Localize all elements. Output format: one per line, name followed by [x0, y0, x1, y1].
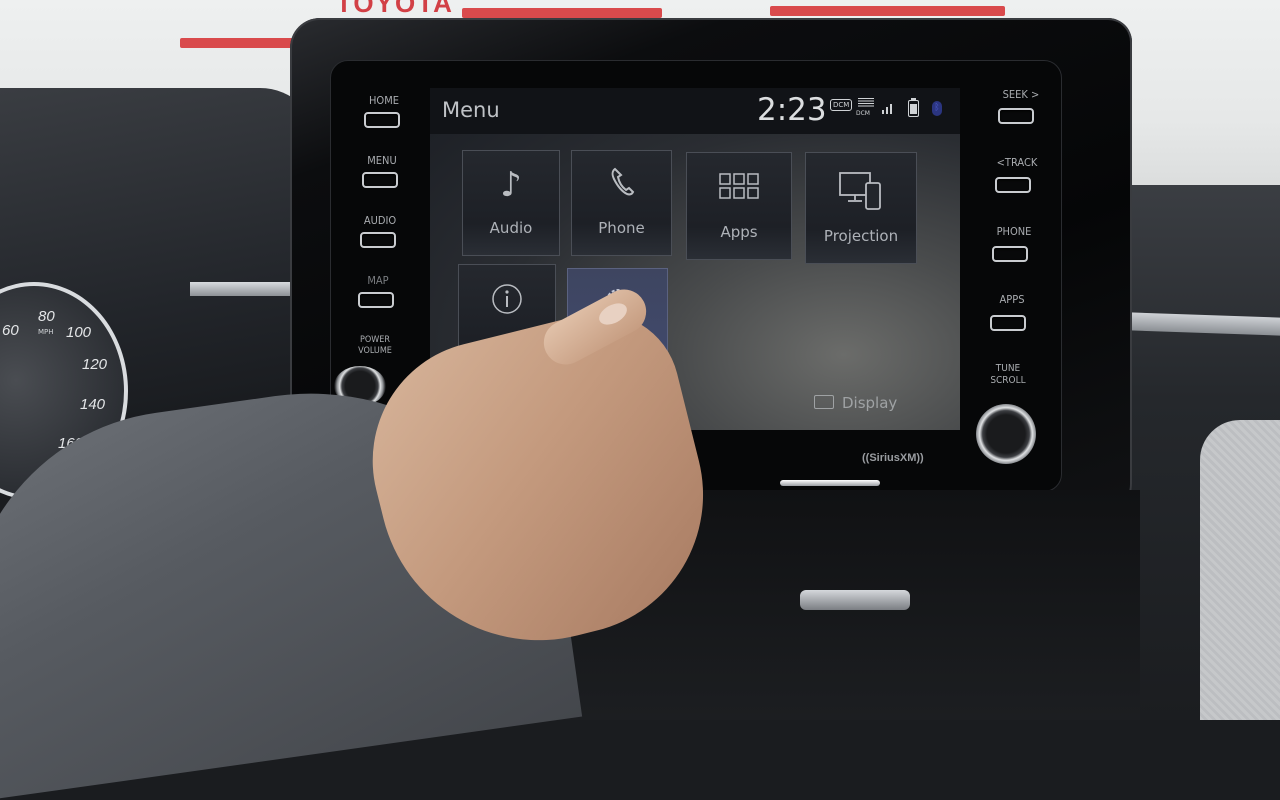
vent-handle	[800, 590, 910, 610]
speedometer-unit: MPH	[38, 328, 54, 336]
phone-handset-icon	[609, 167, 635, 201]
tune-scroll-label: TUNE SCROLL	[990, 363, 1026, 386]
tile-label: Apps	[720, 223, 758, 241]
map-button[interactable]	[358, 292, 394, 308]
tune-scroll-knob[interactable]	[976, 404, 1036, 464]
home-button[interactable]	[364, 112, 400, 128]
dcm-badge-icon: DCM	[830, 99, 853, 111]
menu-button[interactable]	[362, 172, 398, 188]
dcm-label: DCM	[856, 110, 870, 117]
apps-grid-icon	[719, 173, 759, 203]
display-settings-icon	[814, 395, 834, 409]
tile-phone[interactable]: Phone	[571, 150, 672, 256]
home-button-label: HOME	[368, 94, 400, 107]
tile-apps[interactable]: Apps	[686, 152, 792, 260]
phone-button-label: PHONE	[996, 225, 1032, 238]
audio-button-label: AUDIO	[363, 214, 397, 227]
siriusxm-logo: ((SiriusXM))	[862, 452, 924, 464]
info-circle-icon	[491, 283, 523, 319]
music-note-icon: ♪	[500, 165, 522, 205]
signal-strength-icon	[882, 102, 894, 114]
clock: 2:23	[757, 92, 827, 128]
menu-button-label: MENU	[367, 154, 397, 167]
seek-button-label: SEEK >	[1002, 88, 1040, 101]
tile-label: Audio	[489, 219, 533, 237]
power-volume-label: POWER VOLUME	[358, 335, 392, 356]
dealer-sign: TOYOTA	[336, 0, 454, 18]
bluetooth-icon: ᛒ	[932, 101, 942, 116]
apps-button-label: APPS	[999, 293, 1025, 306]
tile-label: Projection	[823, 227, 899, 245]
dealer-stripe	[770, 6, 1005, 16]
dash-trim-left	[190, 282, 300, 296]
chrome-trim	[780, 480, 880, 486]
dealer-stripe	[462, 8, 662, 18]
tile-projection[interactable]: Projection	[805, 152, 917, 264]
map-button-label: MAP	[367, 274, 389, 287]
speedometer-tick: 120	[82, 356, 108, 373]
speedometer-tick: 140	[80, 396, 106, 413]
tile-label: Phone	[598, 219, 645, 237]
speedometer-tick: 100	[66, 324, 92, 341]
display-settings-button[interactable]: Display	[814, 394, 897, 412]
display-link-label: Display	[842, 394, 898, 412]
speedometer-tick: 60	[2, 322, 19, 339]
projection-devices-icon	[838, 171, 884, 215]
phone-button[interactable]	[992, 246, 1028, 262]
track-back-button[interactable]	[995, 177, 1031, 193]
audio-button[interactable]	[360, 232, 396, 248]
dcm-data-icon	[858, 98, 874, 108]
track-button-label: <TRACK	[996, 156, 1038, 169]
seat-fabric	[1200, 420, 1280, 720]
battery-icon	[908, 98, 919, 117]
apps-button[interactable]	[990, 315, 1026, 331]
seek-forward-button[interactable]	[998, 108, 1034, 124]
tile-audio[interactable]: ♪ Audio	[462, 150, 560, 256]
speedometer-tick: 80	[38, 308, 55, 325]
page-title: Menu	[442, 98, 500, 122]
status-bar: Menu 2:23 DCM DCM ᛒ	[430, 88, 960, 134]
